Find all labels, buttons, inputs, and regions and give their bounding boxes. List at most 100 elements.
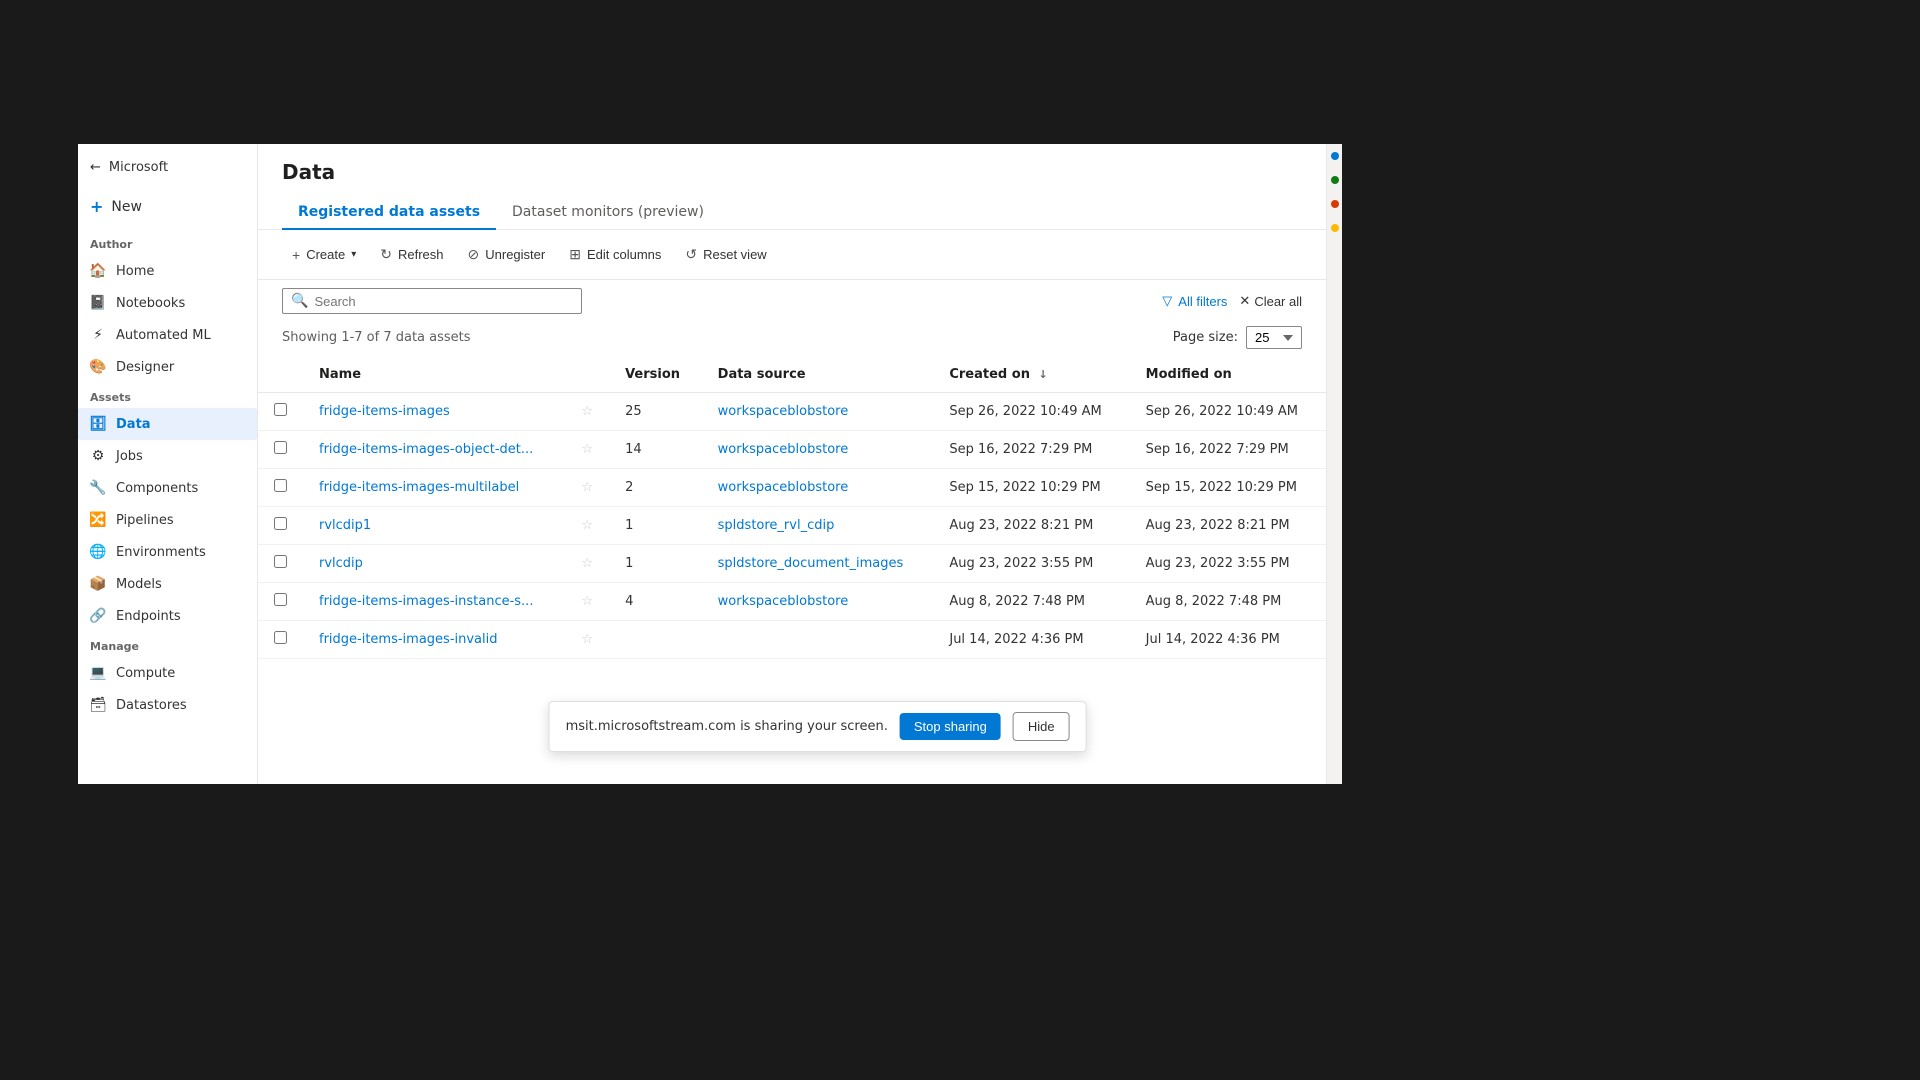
- refresh-button[interactable]: ↻ Refresh: [370, 240, 453, 269]
- sidebar-item-pipelines[interactable]: 🔀 Pipelines: [78, 504, 257, 536]
- row-checkbox-5[interactable]: [258, 583, 303, 621]
- col-created-on[interactable]: Created on ↓: [933, 357, 1129, 393]
- filter-actions: ▽ All filters ✕ Clear all: [1162, 293, 1302, 309]
- row-name-link-1[interactable]: fridge-items-images-object-det...: [319, 442, 533, 457]
- sidebar-item-compute-label: Compute: [116, 666, 175, 681]
- tab-registered-data-assets[interactable]: Registered data assets: [282, 196, 496, 230]
- reset-view-icon: ↺: [685, 246, 697, 263]
- page-size-control: Page size: 10 25 50 100: [1173, 326, 1302, 349]
- edit-columns-button[interactable]: ⊞ Edit columns: [559, 240, 671, 269]
- reset-view-button[interactable]: ↺ Reset view: [675, 240, 776, 269]
- hide-button[interactable]: Hide: [1013, 712, 1070, 741]
- edit-columns-label: Edit columns: [587, 247, 661, 262]
- row-checkbox-input-3[interactable]: [274, 517, 287, 530]
- row-checkbox-3[interactable]: [258, 507, 303, 545]
- col-data-source: Data source: [702, 357, 934, 393]
- sidebar-item-jobs[interactable]: ⚙ Jobs: [78, 440, 257, 472]
- create-icon: +: [292, 247, 300, 263]
- row-checkbox-input-0[interactable]: [274, 403, 287, 416]
- sidebar-item-home[interactable]: 🏠 Home: [78, 255, 257, 287]
- back-button[interactable]: ← Microsoft: [78, 152, 257, 183]
- row-datasource-link-1[interactable]: workspaceblobstore: [718, 442, 849, 457]
- row-datasource-5[interactable]: workspaceblobstore: [702, 583, 934, 621]
- page-size-select[interactable]: 10 25 50 100: [1246, 326, 1302, 349]
- create-chevron-icon: ▾: [351, 249, 356, 260]
- row-checkbox-input-1[interactable]: [274, 441, 287, 454]
- row-created-4: Aug 23, 2022 3:55 PM: [933, 545, 1129, 583]
- unregister-button[interactable]: ⊘ Unregister: [458, 240, 556, 269]
- rail-dot-orange: [1331, 200, 1339, 208]
- row-datasource-2[interactable]: workspaceblobstore: [702, 469, 934, 507]
- row-datasource-6[interactable]: [702, 621, 934, 659]
- all-filters-button[interactable]: ▽ All filters: [1162, 293, 1227, 309]
- row-datasource-4[interactable]: spldstore_document_images: [702, 545, 934, 583]
- row-name-link-6[interactable]: fridge-items-images-invalid: [319, 632, 498, 647]
- search-filter-area: 🔍 ▽ All filters ✕ Clear all: [258, 280, 1326, 322]
- row-modified-4: Aug 23, 2022 3:55 PM: [1130, 545, 1326, 583]
- sidebar-item-datastores[interactable]: 🗃 Datastores: [78, 689, 257, 721]
- create-button[interactable]: + Create ▾: [282, 241, 366, 269]
- row-checkbox-2[interactable]: [258, 469, 303, 507]
- row-datasource-1[interactable]: workspaceblobstore: [702, 431, 934, 469]
- row-checkbox-1[interactable]: [258, 431, 303, 469]
- sidebar-item-data[interactable]: 🗄 Data: [78, 408, 257, 440]
- row-name-link-3[interactable]: rvlcdip1: [319, 518, 371, 533]
- row-checkbox-0[interactable]: [258, 393, 303, 431]
- row-star-4[interactable]: ☆: [565, 545, 609, 583]
- search-box[interactable]: 🔍: [282, 288, 582, 314]
- row-star-3[interactable]: ☆: [565, 507, 609, 545]
- row-datasource-link-4[interactable]: spldstore_document_images: [718, 556, 904, 571]
- sidebar-item-automated-ml[interactable]: ⚡ Automated ML: [78, 319, 257, 351]
- row-star-5[interactable]: ☆: [565, 583, 609, 621]
- row-checkbox-4[interactable]: [258, 545, 303, 583]
- row-name-3[interactable]: rvlcdip1: [303, 507, 565, 545]
- sidebar-item-environments[interactable]: 🌐 Environments: [78, 536, 257, 568]
- row-star-1[interactable]: ☆: [565, 431, 609, 469]
- sidebar-item-compute[interactable]: 💻 Compute: [78, 657, 257, 689]
- row-datasource-link-0[interactable]: workspaceblobstore: [718, 404, 849, 419]
- row-name-0[interactable]: fridge-items-images: [303, 393, 565, 431]
- sort-icon: ↓: [1038, 368, 1047, 381]
- row-datasource-link-2[interactable]: workspaceblobstore: [718, 480, 849, 495]
- row-datasource-link-5[interactable]: workspaceblobstore: [718, 594, 849, 609]
- row-name-2[interactable]: fridge-items-images-multilabel: [303, 469, 565, 507]
- row-star-2[interactable]: ☆: [565, 469, 609, 507]
- col-modified-on[interactable]: Modified on: [1130, 357, 1326, 393]
- row-star-6[interactable]: ☆: [565, 621, 609, 659]
- row-datasource-0[interactable]: workspaceblobstore: [702, 393, 934, 431]
- tab-dataset-monitors[interactable]: Dataset monitors (preview): [496, 196, 720, 230]
- row-name-5[interactable]: fridge-items-images-instance-s...: [303, 583, 565, 621]
- row-checkbox-6[interactable]: [258, 621, 303, 659]
- sidebar-item-designer[interactable]: 🎨 Designer: [78, 351, 257, 383]
- row-name-link-2[interactable]: fridge-items-images-multilabel: [319, 480, 519, 495]
- sidebar-item-models[interactable]: 📦 Models: [78, 568, 257, 600]
- row-name-4[interactable]: rvlcdip: [303, 545, 565, 583]
- row-star-0[interactable]: ☆: [565, 393, 609, 431]
- row-name-1[interactable]: fridge-items-images-object-det...: [303, 431, 565, 469]
- sidebar-item-notebooks[interactable]: 📓 Notebooks: [78, 287, 257, 319]
- new-button[interactable]: + New: [78, 187, 257, 226]
- table-row: fridge-items-images-multilabel ☆ 2 works…: [258, 469, 1326, 507]
- row-name-6[interactable]: fridge-items-images-invalid: [303, 621, 565, 659]
- sidebar-item-home-label: Home: [116, 264, 154, 279]
- search-input[interactable]: [314, 294, 573, 309]
- row-name-link-0[interactable]: fridge-items-images: [319, 404, 450, 419]
- sidebar-item-endpoints[interactable]: 🔗 Endpoints: [78, 600, 257, 632]
- row-checkbox-input-6[interactable]: [274, 631, 287, 644]
- row-name-link-4[interactable]: rvlcdip: [319, 556, 363, 571]
- row-checkbox-input-4[interactable]: [274, 555, 287, 568]
- sidebar-item-components[interactable]: 🔧 Components: [78, 472, 257, 504]
- stop-sharing-button[interactable]: Stop sharing: [900, 713, 1001, 740]
- components-icon: 🔧: [90, 480, 106, 496]
- clear-all-button[interactable]: ✕ Clear all: [1239, 293, 1302, 309]
- search-icon: 🔍: [291, 293, 308, 309]
- row-name-link-5[interactable]: fridge-items-images-instance-s...: [319, 594, 533, 609]
- col-name[interactable]: Name: [303, 357, 565, 393]
- row-datasource-link-3[interactable]: spldstore_rvl_cdip: [718, 518, 835, 533]
- row-datasource-3[interactable]: spldstore_rvl_cdip: [702, 507, 934, 545]
- row-checkbox-input-5[interactable]: [274, 593, 287, 606]
- row-checkbox-input-2[interactable]: [274, 479, 287, 492]
- sidebar-item-pipelines-label: Pipelines: [116, 513, 174, 528]
- sidebar-item-components-label: Components: [116, 481, 198, 496]
- jobs-icon: ⚙: [90, 448, 106, 464]
